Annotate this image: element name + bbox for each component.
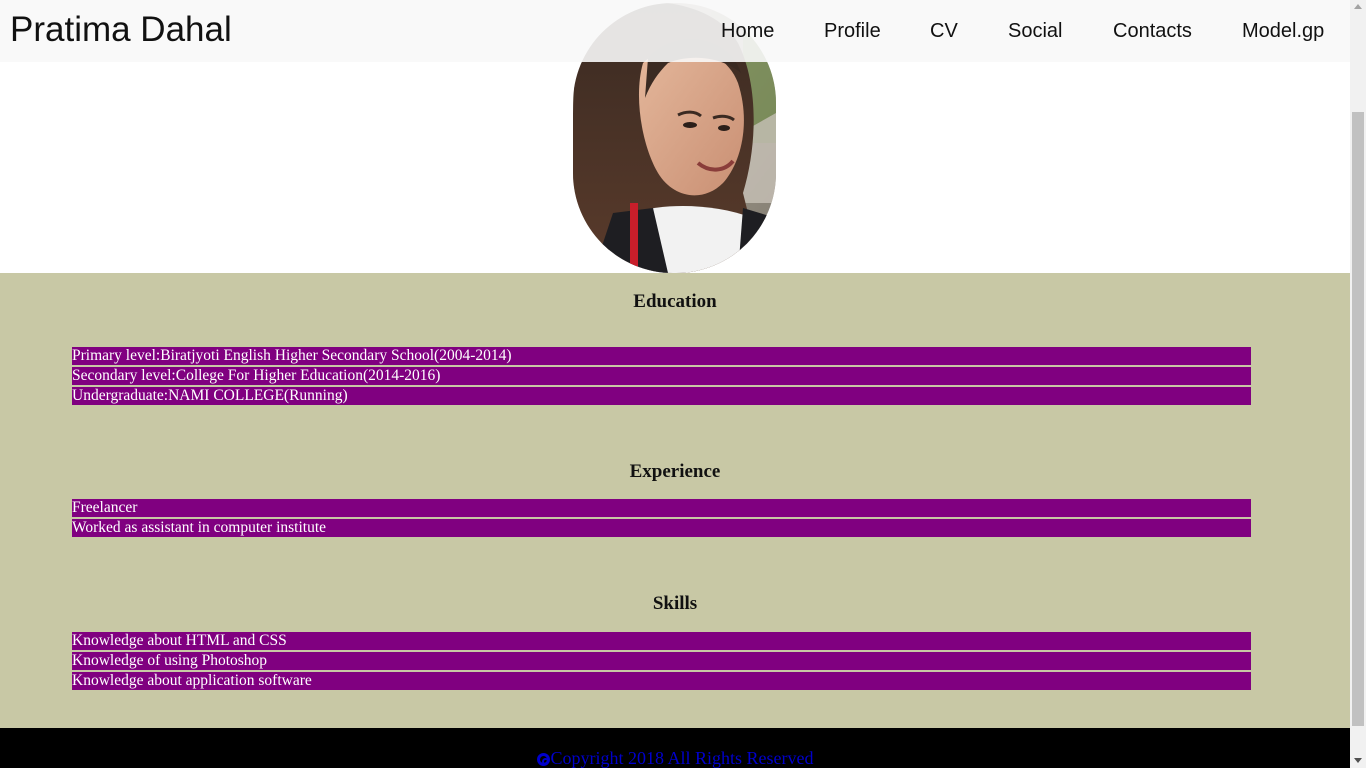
copyright-label: Copyright 2018 All Rights Reserved [550, 748, 814, 768]
copyright-icon [536, 753, 550, 766]
nav-contacts[interactable]: Contacts [1113, 19, 1192, 43]
copyright-text: Copyright 2018 All Rights Reserved [0, 748, 1350, 768]
nav-profile[interactable]: Profile [824, 19, 881, 43]
content-area: Education Primary level:Biratjyoti Engli… [0, 273, 1350, 728]
footer: Copyright 2018 All Rights Reserved [0, 728, 1350, 768]
experience-heading: Experience [629, 461, 721, 482]
education-item-3: Undergraduate:NAMI COLLEGE(Running) [72, 387, 1251, 405]
skills-heading: Skills [652, 593, 698, 614]
education-heading: Education [633, 291, 717, 312]
skills-item-1: Knowledge about HTML and CSS [72, 632, 1251, 650]
scrollbar-thumb[interactable] [1352, 112, 1364, 726]
nav-social[interactable]: Social [1008, 19, 1062, 43]
nav-home[interactable]: Home [721, 19, 774, 43]
experience-item-1: Freelancer [72, 499, 1251, 517]
nav-cv[interactable]: CV [930, 19, 958, 43]
vertical-scrollbar[interactable] [1350, 0, 1366, 768]
site-title[interactable]: Pratima Dahal [10, 10, 232, 50]
scroll-up-icon[interactable] [1354, 4, 1362, 9]
education-item-2: Secondary level:College For Higher Educa… [72, 367, 1251, 385]
skills-item-3: Knowledge about application software [72, 672, 1251, 690]
scroll-down-icon[interactable] [1354, 758, 1362, 763]
top-navbar: Pratima Dahal Home Profile CV Social Con… [0, 0, 1350, 62]
education-item-1: Primary level:Biratjyoti English Higher … [72, 347, 1251, 365]
nav-model-gp[interactable]: Model.gp [1242, 19, 1324, 43]
skills-item-2: Knowledge of using Photoshop [72, 652, 1251, 670]
experience-item-2: Worked as assistant in computer institut… [72, 519, 1251, 537]
